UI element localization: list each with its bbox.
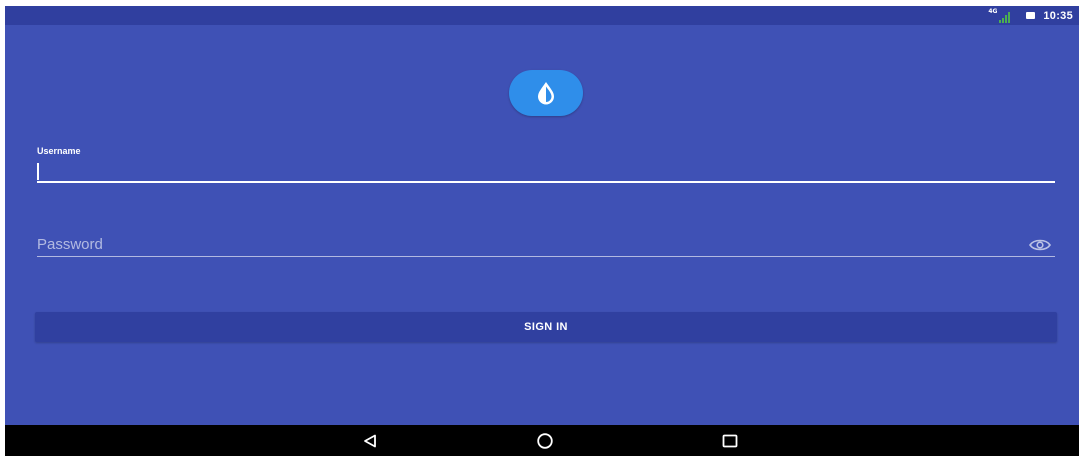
navigation-bar: [5, 425, 1079, 456]
text-cursor: [37, 163, 39, 180]
battery-icon: [1026, 12, 1036, 19]
recents-button[interactable]: [710, 425, 750, 456]
username-input[interactable]: [37, 160, 1055, 182]
back-button[interactable]: [350, 425, 390, 456]
home-circle-icon: [537, 432, 553, 449]
username-underline: [37, 181, 1055, 183]
device-screen: 4G 10:35 Username Password SIGN IN: [5, 6, 1079, 456]
password-underline: [37, 256, 1055, 257]
signal-icon: 4G: [988, 7, 1011, 23]
sign-in-button[interactable]: SIGN IN: [35, 312, 1057, 342]
password-input[interactable]: Password: [37, 234, 1027, 256]
status-clock: 10:35: [1043, 9, 1073, 22]
app-logo: [509, 70, 583, 116]
status-bar: 4G 10:35: [5, 6, 1079, 25]
signal-bars: [999, 11, 1011, 23]
username-label: Username: [37, 146, 81, 156]
back-triangle-icon: [364, 434, 376, 447]
password-placeholder: Password: [37, 236, 103, 253]
home-button[interactable]: [525, 425, 565, 456]
drop-half-icon: [538, 82, 554, 105]
recents-square-icon: [722, 434, 738, 447]
eye-icon[interactable]: [1029, 238, 1051, 252]
status-icons: 4G 10:35: [988, 6, 1073, 25]
network-type-label: 4G: [988, 7, 998, 15]
